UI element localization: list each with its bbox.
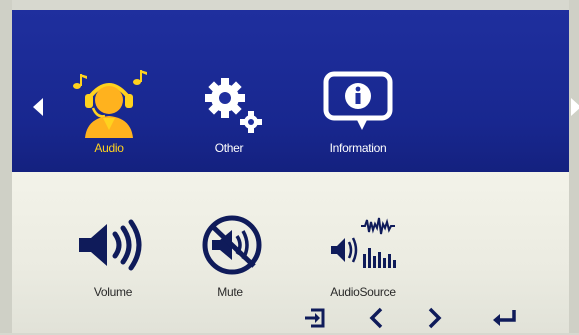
chevron-left-icon (369, 307, 383, 329)
chevron-right-icon (428, 307, 442, 329)
triangle-right-icon (571, 98, 579, 116)
sub-item-mute-label: Mute (217, 285, 243, 299)
top-menu-panel: Audio Other Information (12, 10, 579, 178)
scroll-right-arrow[interactable] (566, 96, 579, 118)
speaker-volume-icon (79, 219, 142, 271)
sub-item-audio-source[interactable]: AudioSource (317, 212, 409, 312)
exit-icon (305, 308, 325, 328)
menu-item-information[interactable]: Information (312, 68, 404, 168)
soft-key-bar (0, 306, 579, 333)
enter-icon (493, 310, 516, 326)
menu-item-audio[interactable]: Audio (63, 68, 155, 168)
triangle-left-icon (33, 98, 43, 116)
sub-item-mute[interactable]: Mute (184, 212, 276, 312)
headset-person-icon (73, 70, 147, 138)
menu-item-other[interactable]: Other (183, 68, 275, 168)
audio-source-icon (331, 217, 396, 268)
menu-item-audio-label: Audio (94, 141, 124, 155)
exit-button[interactable] (301, 306, 331, 330)
gears-icon (205, 78, 262, 133)
info-bubble-icon (323, 71, 393, 130)
menu-item-information-label: Information (329, 141, 387, 155)
enter-button[interactable] (490, 306, 520, 330)
sub-item-volume[interactable]: Volume (67, 212, 159, 312)
sub-item-audio-source-label: AudioSource (330, 285, 396, 299)
next-button[interactable] (418, 306, 448, 330)
bezel-left (0, 0, 12, 333)
bezel-right (569, 0, 579, 333)
sub-item-volume-label: Volume (93, 285, 133, 299)
prev-button[interactable] (363, 306, 393, 330)
scroll-left-arrow[interactable] (30, 96, 48, 118)
speaker-mute-icon (202, 215, 262, 275)
menu-item-other-label: Other (214, 141, 244, 155)
